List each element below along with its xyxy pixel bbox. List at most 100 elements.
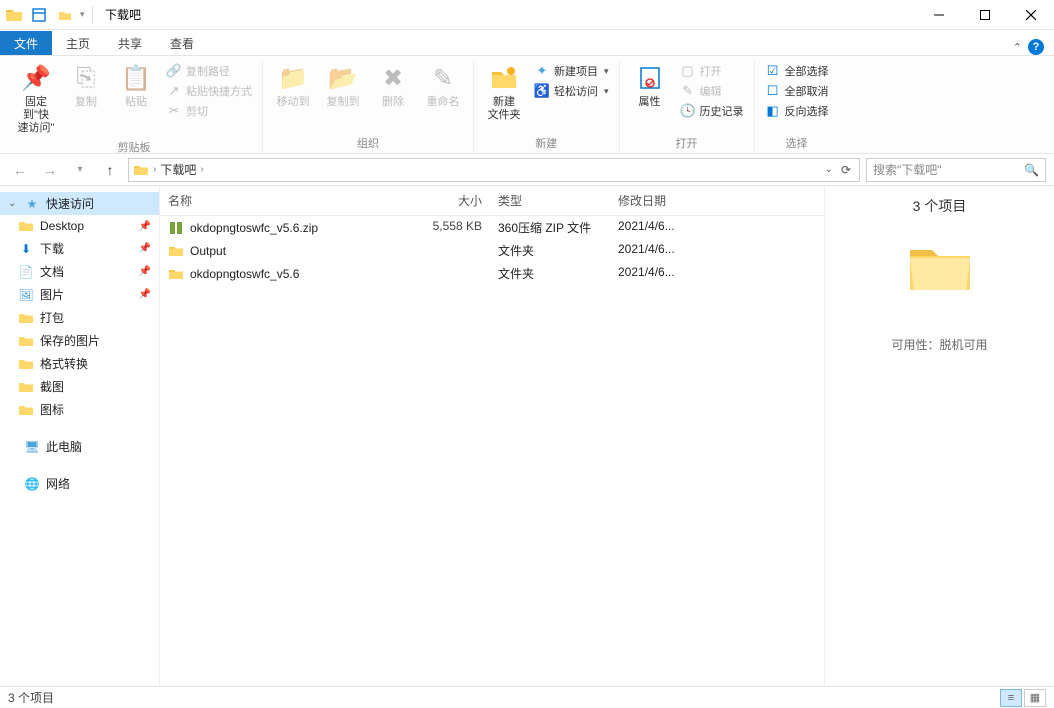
pin-icon: 📌: [20, 62, 52, 94]
chevron-down-icon[interactable]: ⌄: [8, 198, 18, 209]
quick-access-toolbar: ▾: [0, 4, 97, 26]
rename-icon: ✎: [427, 62, 459, 94]
new-item-button[interactable]: ✦新建项目▾: [530, 62, 613, 80]
folder-icon: [168, 243, 184, 259]
properties-button[interactable]: 属性: [626, 60, 674, 111]
network-icon: 🌐: [24, 476, 40, 492]
new-group-label: 新建: [535, 133, 557, 153]
pin-to-quick-access-button[interactable]: 📌 固定到"快 速访问": [12, 60, 60, 137]
preview-availability: 可用性：脱机可用: [891, 336, 987, 353]
col-name-header[interactable]: 名称: [160, 186, 410, 215]
pc-icon: 🖥: [24, 439, 40, 455]
folder-icon: [18, 402, 34, 418]
nav-tubiao[interactable]: 图标: [0, 398, 159, 421]
clipboard-group-label: 剪贴板: [118, 137, 151, 157]
col-type-header[interactable]: 类型: [490, 186, 610, 215]
file-type: 文件夹: [490, 262, 610, 285]
breadcrumb-item[interactable]: 下载吧: [160, 161, 196, 178]
qat-dropdown-icon[interactable]: ▾: [80, 9, 88, 20]
nav-up-button[interactable]: ↑: [98, 158, 122, 182]
link-icon: 🔗: [166, 63, 182, 79]
qat-new-folder-icon[interactable]: [54, 4, 76, 26]
nav-documents[interactable]: 📄文档📌: [0, 260, 159, 283]
col-size-header[interactable]: 大小: [410, 186, 490, 215]
col-date-header[interactable]: 修改日期: [610, 186, 710, 215]
column-headers: 名称 大小 类型 修改日期: [160, 186, 824, 216]
moveto-icon: 📁: [277, 62, 309, 94]
file-name: okdopngtoswfc_v5.6: [190, 267, 299, 281]
open-icon: ▢: [680, 63, 696, 79]
address-bar: ← → ▾ ↑ › 下载吧 › ⌄ ⟳ 搜索"下载吧" 🔍: [0, 154, 1054, 186]
table-row[interactable]: okdopngtoswfc_v5.6文件夹2021/4/6...: [160, 262, 824, 285]
crumb-sep-icon[interactable]: ›: [200, 164, 203, 175]
nav-back-button: ←: [8, 158, 32, 182]
rename-button: ✎重命名: [419, 60, 467, 111]
nav-saved-pictures[interactable]: 保存的图片: [0, 329, 159, 352]
table-row[interactable]: okdopngtoswfc_v5.6.zip5,558 KB360压缩 ZIP …: [160, 216, 824, 239]
details-pane: 3 个项目 可用性：脱机可用: [824, 186, 1054, 686]
copyto-icon: 📂: [327, 62, 359, 94]
nav-pictures[interactable]: 🖼图片📌: [0, 283, 159, 306]
address-box[interactable]: › 下载吧 › ⌄ ⟳: [128, 158, 860, 182]
nav-dabao[interactable]: 打包: [0, 306, 159, 329]
view-large-icons-button[interactable]: ▦: [1024, 689, 1046, 707]
organize-group-label: 组织: [357, 133, 379, 153]
refresh-button[interactable]: ⟳: [841, 163, 851, 177]
copy-path-button: 🔗复制路径: [162, 62, 256, 80]
minimize-button[interactable]: [916, 0, 962, 30]
tab-share[interactable]: 共享: [104, 31, 156, 55]
select-group-label: 选择: [786, 133, 808, 153]
history-button[interactable]: 🕓历史记录: [676, 102, 748, 120]
qat-properties-icon[interactable]: [28, 4, 50, 26]
nav-format-convert[interactable]: 格式转换: [0, 352, 159, 375]
folder-icon: [18, 379, 34, 395]
file-list[interactable]: 名称 大小 类型 修改日期 okdopngtoswfc_v5.6.zip5,55…: [160, 186, 824, 686]
open-group-label: 打开: [676, 133, 698, 153]
move-to-button: 📁移动到: [269, 60, 317, 111]
pin-icon: 📌: [139, 266, 151, 277]
new-folder-button[interactable]: 新建 文件夹: [480, 60, 528, 124]
nav-network[interactable]: 🌐网络: [0, 472, 159, 495]
copy-to-button: 📂复制到: [319, 60, 367, 111]
crumb-sep-icon[interactable]: ›: [153, 164, 156, 175]
maximize-button[interactable]: [962, 0, 1008, 30]
select-all-button[interactable]: ☑全部选择: [761, 62, 833, 80]
close-button[interactable]: [1008, 0, 1054, 30]
document-icon: 📄: [18, 264, 34, 280]
tab-file[interactable]: 文件: [0, 31, 52, 55]
copy-button: ⎘ 复制: [62, 60, 110, 111]
nav-jietu[interactable]: 截图: [0, 375, 159, 398]
nav-downloads[interactable]: ⬇下载📌: [0, 237, 159, 260]
nav-this-pc[interactable]: 🖥此电脑: [0, 435, 159, 458]
nav-desktop[interactable]: Desktop📌: [0, 215, 159, 237]
tab-view[interactable]: 查看: [156, 31, 208, 55]
status-bar: 3 个项目 ≡ ▦: [0, 686, 1054, 708]
download-icon: ⬇: [18, 241, 34, 257]
cut-icon: ✂: [166, 103, 182, 119]
select-none-button[interactable]: ☐全部取消: [761, 82, 833, 100]
nav-recent-dropdown[interactable]: ▾: [68, 158, 92, 182]
view-details-button[interactable]: ≡: [1000, 689, 1022, 707]
help-button[interactable]: ?: [1028, 39, 1044, 55]
folder-icon: [18, 218, 34, 234]
preview-count: 3 个项目: [913, 196, 967, 216]
title-bar: ▾ 下载吧: [0, 0, 1054, 30]
tab-home[interactable]: 主页: [52, 31, 104, 55]
paste-shortcut-button: ↗粘贴快捷方式: [162, 82, 256, 100]
ribbon-collapse-icon[interactable]: ⌃: [1013, 41, 1022, 54]
easy-access-button[interactable]: ♿轻松访问▾: [530, 82, 613, 100]
file-name: Output: [190, 244, 226, 258]
star-icon: ★: [24, 196, 40, 212]
file-area: 名称 大小 类型 修改日期 okdopngtoswfc_v5.6.zip5,55…: [160, 186, 1054, 686]
ribbon: 📌 固定到"快 速访问" ⎘ 复制 📋 粘贴 🔗复制路径 ↗粘贴快捷方式 ✂剪切…: [0, 56, 1054, 154]
table-row[interactable]: Output文件夹2021/4/6...: [160, 239, 824, 262]
folder-icon: [18, 310, 34, 326]
nav-quick-access[interactable]: ⌄ ★ 快速访问: [0, 192, 159, 215]
search-input[interactable]: 搜索"下载吧" 🔍: [866, 158, 1046, 182]
file-size: [410, 239, 490, 262]
paste-button: 📋 粘贴: [112, 60, 160, 111]
invert-selection-button[interactable]: ◧反向选择: [761, 102, 833, 120]
address-history-dropdown[interactable]: ⌄: [825, 164, 833, 175]
preview-folder-icon: [905, 236, 975, 296]
folder-icon: [18, 356, 34, 372]
